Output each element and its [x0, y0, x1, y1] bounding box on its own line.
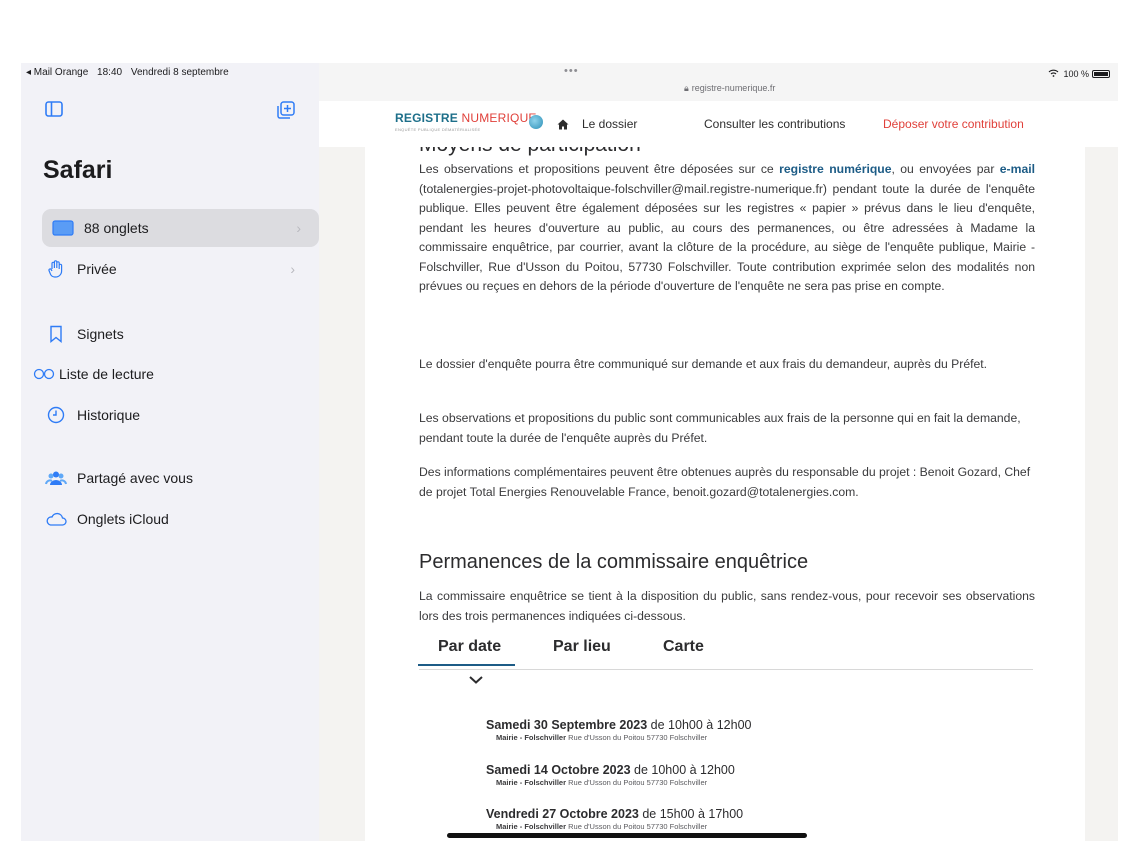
tab-carte[interactable]: Carte [663, 638, 704, 656]
event-address: Rue d'Usson du Poitou 57730 Folschviller [566, 733, 708, 742]
sidebar-item-label: Onglets iCloud [77, 511, 169, 527]
sidebar-item-reading-list[interactable]: Liste de lecture [33, 355, 303, 393]
logo-text-registre: REGISTRE [395, 111, 458, 125]
sidebar-title: Safari [43, 156, 113, 184]
sidebar-item-icloud-tabs[interactable]: Onglets iCloud [43, 500, 313, 538]
browser-toolbar: ••• 🔒︎ registre-numerique.fr 100 % [319, 63, 1118, 101]
status-date: Vendredi 8 septembre [130, 67, 229, 78]
event-place: Mairie - Folschviller [496, 778, 567, 787]
sidebar-item-label: Historique [77, 407, 141, 423]
event-date: Samedi 30 Septembre 2023 [486, 718, 648, 732]
reading-list-icon [33, 364, 55, 384]
safari-sidebar: ◂ Mail Orange 18:40 Vendredi 8 septembre… [21, 63, 319, 841]
back-to-app-link[interactable]: ◂ Mail Orange [26, 67, 88, 78]
permanence-tabs: Par date Par lieu Carte [417, 638, 1033, 670]
clock-icon [43, 405, 69, 425]
paragraph-text: , ou envoyées par [891, 162, 1000, 176]
sidebar-item-tabs[interactable]: 88 onglets › [42, 209, 319, 247]
chevron-right-icon: › [290, 261, 295, 277]
status-time: 18:40 [97, 67, 123, 78]
event-item: Vendredi 27 Octobre 2023 de 15h00 à 17h0… [486, 807, 743, 831]
section-heading-participation: Moyens de participation [419, 147, 641, 157]
event-place: Mairie - Folschviller [496, 733, 567, 742]
paragraph-text: (totalenergies-projet-photovoltaique-fol… [419, 181, 1035, 294]
nav-consulter-contributions[interactable]: Consulter les contributions [704, 117, 845, 131]
sidebar-item-label: Privée [77, 261, 117, 277]
tab-par-lieu[interactable]: Par lieu [553, 638, 611, 656]
dossier-paragraph: Le dossier d'enquête pourra être communi… [419, 357, 988, 371]
logo-subtitle: ENQUÊTE PUBLIQUE DÉMATÉRIALISÉE [395, 127, 481, 132]
shared-icon [43, 468, 69, 488]
site-header: REGISTRE NUMERIQUE ENQUÊTE PUBLIQUE DÉMA… [319, 101, 1118, 147]
address-bar[interactable]: 🔒︎ registre-numerique.fr [684, 83, 775, 94]
home-icon[interactable] [557, 119, 569, 133]
battery-status: 100 % [1048, 69, 1110, 79]
event-item: Samedi 14 Octobre 2023 de 10h00 à 12h00 … [486, 763, 735, 787]
multitasking-dots[interactable]: ••• [564, 65, 579, 77]
permanences-paragraph: La commissaire enquêtrice se tient à la … [419, 589, 1035, 623]
sidebar-item-label: Partagé avec vous [77, 470, 193, 486]
hand-icon [43, 259, 69, 279]
sidebar-item-label: Liste de lecture [59, 366, 154, 382]
chevron-down-icon [469, 675, 483, 687]
status-bar: ◂ Mail Orange 18:40 Vendredi 8 septembre [26, 67, 235, 78]
chevron-right-icon: › [296, 220, 301, 236]
sidebar-item-label: 88 onglets [84, 220, 149, 236]
tab-par-date[interactable]: Par date [417, 638, 516, 666]
nav-le-dossier[interactable]: Le dossier [582, 117, 637, 131]
nav-deposer-contribution[interactable]: Déposer votre contribution [883, 117, 1024, 131]
lock-icon: 🔒︎ [684, 83, 689, 93]
sidebar-item-shared-with-you[interactable]: Partagé avec vous [43, 459, 313, 497]
site-logo[interactable]: REGISTRE NUMERIQUE ENQUÊTE PUBLIQUE DÉMA… [395, 111, 537, 132]
event-hours: de 10h00 à 12h00 [630, 763, 735, 777]
url-text: registre-numerique.fr [691, 83, 776, 93]
sidebar-item-label: Signets [77, 326, 124, 342]
communication-paragraph: Les observations et propositions du publ… [419, 411, 1021, 445]
info-paragraph: Des informations complémentaires peuvent… [419, 465, 1031, 499]
event-address: Rue d'Usson du Poitou 57730 Folschviller [566, 778, 708, 787]
participation-paragraph: Les observations et propositions peuvent… [419, 160, 1035, 297]
wifi-icon [1048, 69, 1059, 79]
battery-percent: 100 % [1063, 69, 1089, 79]
registre-numerique-link[interactable]: registre numérique [779, 162, 891, 176]
permanences-heading: Permanences de la commissaire enquêtrice [419, 551, 809, 573]
paragraph-text: Les observations et propositions peuvent… [419, 162, 780, 176]
new-tab-group-icon[interactable] [277, 101, 299, 121]
logo-mark-icon [529, 115, 543, 129]
browser-pane: ••• 🔒︎ registre-numerique.fr 100 % REGIST… [319, 63, 1118, 841]
tabs-icon [50, 218, 76, 238]
event-date: Samedi 14 Octobre 2023 [486, 763, 631, 777]
email-link[interactable]: e-mail [1000, 162, 1035, 176]
sidebar-item-history[interactable]: Historique [43, 396, 313, 434]
ipad-screen: ◂ Mail Orange 18:40 Vendredi 8 septembre… [21, 63, 1118, 841]
event-hours: de 10h00 à 12h00 [647, 718, 752, 732]
home-indicator[interactable] [447, 833, 807, 838]
event-date: Vendredi 27 Octobre 2023 [486, 807, 639, 821]
sidebar-item-bookmarks[interactable]: Signets [43, 315, 313, 353]
sidebar-toggle-icon[interactable] [45, 101, 67, 121]
logo-text-numerique: NUMERIQUE [461, 111, 537, 125]
event-item: Samedi 30 Septembre 2023 de 10h00 à 12h0… [486, 718, 751, 742]
event-address: Rue d'Usson du Poitou 57730 Folschviller [566, 822, 708, 831]
battery-icon [1092, 70, 1110, 78]
event-place: Mairie - Folschviller [496, 822, 567, 831]
page-content: Moyens de participation Les observations… [365, 147, 1085, 841]
cloud-icon [43, 509, 69, 529]
sidebar-item-private[interactable]: Privée › [43, 250, 313, 288]
bookmark-icon [43, 324, 69, 344]
event-hours: de 15h00 à 17h00 [638, 807, 744, 821]
